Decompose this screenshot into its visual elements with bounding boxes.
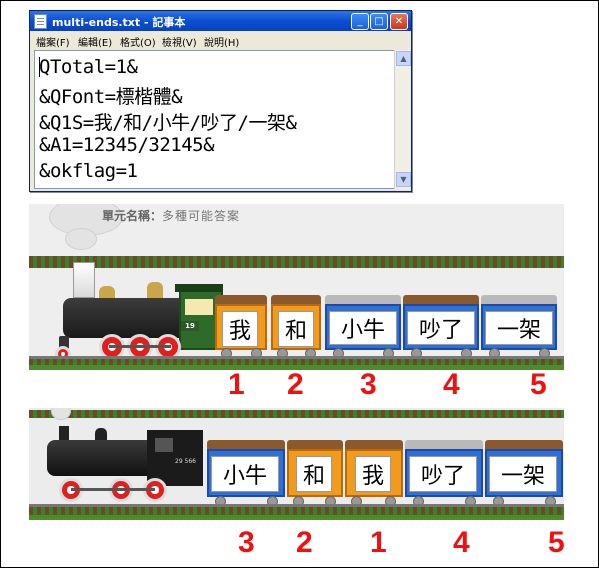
answer-number-1: 1 (228, 368, 245, 401)
smoke-puff (65, 228, 97, 250)
menu-view[interactable]: 檢視(V) (162, 34, 197, 49)
connecting-rod (109, 345, 171, 348)
unit-name-label: 單元名稱： (102, 209, 163, 223)
cab-window (185, 299, 213, 315)
chimney (73, 262, 95, 298)
wagon-roof (207, 440, 285, 449)
text-line-1: QTotal=1& (39, 56, 138, 78)
wagon-3[interactable]: 小牛 (325, 295, 401, 355)
text-line-2: &QFont=標楷體& (39, 86, 183, 108)
wagon-5[interactable]: 一架 (481, 295, 557, 355)
locomotive-number: 29 566 (175, 458, 196, 465)
notepad-window: multi-ends.txt - 記事本 _ □ ✕ 檔案(F) 編輯(E) 格… (29, 10, 412, 192)
boiler (63, 298, 191, 338)
wagon-5[interactable]: 一架 (485, 440, 563, 502)
wagon-4[interactable]: 吵了 (403, 295, 479, 355)
wagon-roof (287, 440, 343, 449)
wagon-roof (481, 295, 557, 304)
train-scene-alternate: 29 566 小牛 和 我 吵了 一架 (29, 408, 564, 520)
menu-help[interactable]: 說明(H) (204, 34, 239, 49)
locomotive-number: 19 (181, 321, 199, 331)
answer-number-2: 2 (287, 368, 304, 401)
minimize-button[interactable]: _ (351, 13, 369, 30)
menu-format[interactable]: 格式(O) (120, 34, 156, 49)
word-card-4[interactable]: 吵了 (407, 311, 475, 345)
window-title: multi-ends.txt - 記事本 (52, 16, 186, 29)
wagon-roof (325, 295, 401, 304)
answer-number-1: 3 (238, 526, 255, 559)
answer-number-4: 4 (453, 526, 470, 559)
text-line-3: &Q1S=我/和/小牛/吵了/一架& (39, 112, 297, 134)
wagon-roof (403, 295, 479, 304)
word-card-5[interactable]: 一架 (489, 456, 557, 492)
word-card-1[interactable]: 我 (222, 311, 258, 347)
menu-bar: 檔案(F) 編輯(E) 格式(O) 檢視(V) 說明(H) (30, 32, 411, 49)
wagon-roof (485, 440, 563, 449)
wagon-1[interactable]: 小牛 (207, 440, 285, 502)
cab-roof (175, 284, 223, 292)
word-card-3[interactable]: 我 (355, 456, 391, 492)
ground (29, 515, 564, 520)
answer-number-3: 3 (360, 368, 377, 401)
answer-number-5: 5 (530, 368, 547, 401)
unit-name-value: 多種可能答案 (162, 209, 241, 223)
word-card-2[interactable]: 和 (296, 456, 332, 492)
vertical-scrollbar[interactable]: ▲ ▼ (394, 50, 411, 189)
wagon-roof (345, 440, 403, 449)
scroll-down-arrow-icon[interactable]: ▼ (396, 172, 411, 187)
menu-file[interactable]: 檔案(F) (36, 34, 70, 49)
wagon-roof (271, 295, 321, 304)
text-line-4: &A1=12345/32145& (39, 134, 215, 156)
answer-number-2: 2 (296, 526, 313, 559)
answer-number-3: 1 (370, 526, 387, 559)
background-track (29, 256, 564, 268)
text-line-5: &okflag=1 (39, 160, 138, 182)
word-card-2[interactable]: 和 (278, 311, 314, 347)
boiler (47, 440, 159, 476)
answer-number-4: 4 (443, 368, 460, 401)
word-card-3[interactable]: 小牛 (329, 311, 397, 345)
scroll-up-arrow-icon[interactable]: ▲ (396, 51, 411, 66)
wagon-4[interactable]: 吵了 (405, 440, 483, 502)
wagon-2[interactable]: 和 (287, 440, 343, 502)
notepad-icon (34, 14, 47, 29)
maximize-button[interactable]: □ (370, 13, 388, 30)
text-editor[interactable]: QTotal=1& &QFont=標楷體& &Q1S=我/和/小牛/吵了/一架&… (34, 50, 395, 189)
connecting-rod (71, 488, 155, 491)
answer-number-5: 5 (548, 526, 565, 559)
wagon-roof (405, 440, 483, 449)
wagon-roof (215, 295, 267, 304)
title-bar[interactable]: multi-ends.txt - 記事本 _ □ ✕ (30, 11, 411, 31)
cab-window (155, 438, 173, 452)
train-scene-original: 單元名稱：多種可能答案 19 我 和 小牛 吵了 一架 (29, 204, 564, 370)
wagon-1[interactable]: 我 (215, 295, 267, 355)
smoke-puff (51, 408, 71, 420)
word-card-1[interactable]: 小牛 (211, 456, 279, 492)
word-card-5[interactable]: 一架 (485, 311, 553, 345)
menu-edit[interactable]: 編輯(E) (78, 34, 112, 49)
wagon-2[interactable]: 和 (271, 295, 321, 355)
wagon-3[interactable]: 我 (345, 440, 403, 502)
unit-name: 單元名稱：多種可能答案 (102, 207, 240, 224)
word-card-4[interactable]: 吵了 (409, 456, 477, 492)
close-button[interactable]: ✕ (390, 13, 408, 30)
background-track (29, 410, 564, 418)
